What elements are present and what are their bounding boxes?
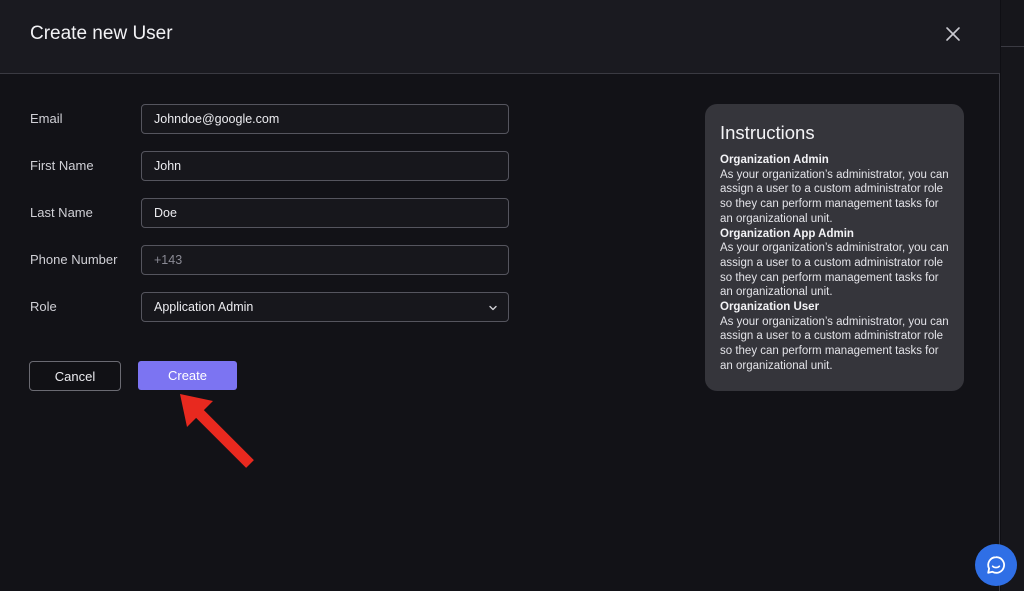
background-divider	[1001, 46, 1024, 47]
chevron-down-icon	[489, 305, 497, 311]
email-field[interactable]	[141, 104, 509, 134]
chat-button[interactable]	[975, 544, 1017, 586]
phone-number-label: Phone Number	[30, 252, 118, 267]
role-description: As your organization’s administrator, yo…	[720, 315, 949, 372]
close-button[interactable]	[942, 23, 964, 45]
role-description: As your organization’s administrator, yo…	[720, 242, 949, 299]
cancel-button[interactable]: Cancel	[29, 361, 121, 391]
instructions-title: Instructions	[720, 122, 815, 143]
phone-number-field[interactable]	[141, 245, 509, 275]
first-name-field[interactable]	[141, 151, 509, 181]
role-name: Organization App Admin	[720, 227, 854, 240]
arrow-annotation	[180, 394, 254, 468]
last-name-field[interactable]	[141, 198, 509, 228]
first-name-label: First Name	[30, 158, 94, 173]
email-label: Email	[30, 111, 63, 126]
modal-header: Create new User	[0, 0, 1000, 74]
create-user-modal: Create new User Email First Name Last Na…	[0, 0, 1000, 591]
close-icon	[946, 27, 960, 41]
role-name: Organization Admin	[720, 154, 829, 166]
chat-bubble-icon	[987, 556, 1005, 574]
role-select[interactable]: Application Admin	[141, 292, 509, 322]
role-description: As your organization’s administrator, yo…	[720, 168, 949, 225]
role-label: Role	[30, 299, 57, 314]
modal-title: Create new User	[30, 23, 173, 44]
last-name-label: Last Name	[30, 205, 93, 220]
create-button[interactable]: Create	[138, 361, 237, 390]
instructions-panel: Instructions Organization Admin As your …	[705, 104, 964, 391]
role-selected-value: Application Admin	[154, 300, 254, 314]
role-name: Organization User	[720, 301, 820, 314]
background-page	[1001, 0, 1024, 591]
